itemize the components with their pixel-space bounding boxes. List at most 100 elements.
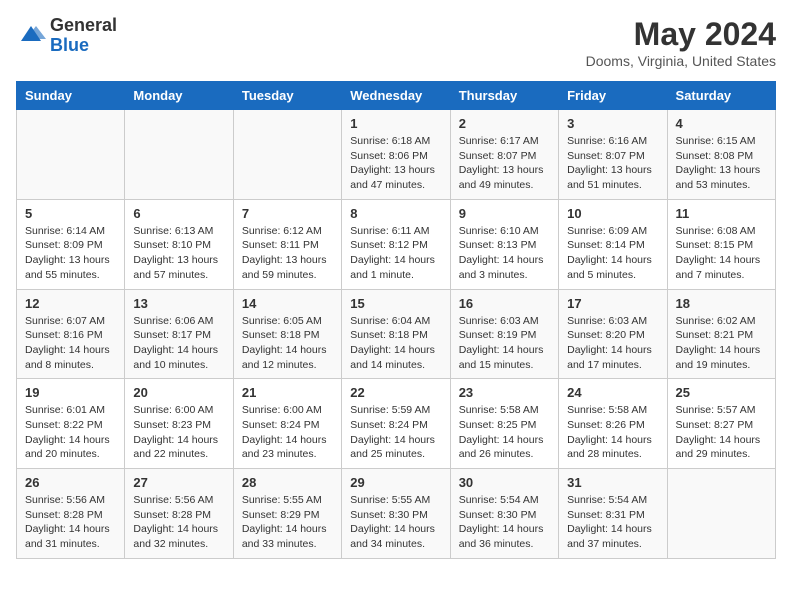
subtitle: Dooms, Virginia, United States <box>586 53 776 69</box>
day-number: 23 <box>459 385 550 400</box>
day-info: Sunrise: 6:10 AM Sunset: 8:13 PM Dayligh… <box>459 224 550 283</box>
calendar-cell: 17 Sunrise: 6:03 AM Sunset: 8:20 PM Dayli… <box>559 289 667 379</box>
day-info: Sunrise: 5:56 AM Sunset: 8:28 PM Dayligh… <box>25 493 116 552</box>
calendar-week-row: 5Sunrise: 6:14 AM Sunset: 8:09 PM Daylig… <box>17 199 776 289</box>
day-info: Sunrise: 6:00 AM Sunset: 8:24 PM Dayligh… <box>242 403 333 462</box>
logo-blue-text: Blue <box>50 36 117 56</box>
day-info: Sunrise: 6:12 AM Sunset: 8:11 PM Dayligh… <box>242 224 333 283</box>
day-info: Sunrise: 6:11 AM Sunset: 8:12 PM Dayligh… <box>350 224 441 283</box>
logo: General Blue <box>16 16 117 56</box>
day-number: 22 <box>350 385 441 400</box>
calendar-cell <box>667 469 775 559</box>
day-number: 8 <box>350 206 441 221</box>
calendar-cell: 3 Sunrise: 6:16 AM Sunset: 8:07 PM Daylig… <box>559 110 667 200</box>
column-header-monday: Monday <box>125 82 233 110</box>
calendar-cell: 4 Sunrise: 6:15 AM Sunset: 8:08 PM Daylig… <box>667 110 775 200</box>
logo-text: General Blue <box>50 16 117 56</box>
day-number: 29 <box>350 475 441 490</box>
day-info: Sunrise: 6:08 AM Sunset: 8:15 PM Dayligh… <box>676 224 767 283</box>
day-info: Sunrise: 6:02 AM Sunset: 8:21 PM Dayligh… <box>676 314 767 373</box>
day-info: Sunrise: 5:54 AM Sunset: 8:31 PM Dayligh… <box>567 493 658 552</box>
header: General Blue May 2024 Dooms, Virginia, U… <box>16 16 776 69</box>
day-number: 15 <box>350 296 441 311</box>
day-info: Sunrise: 5:58 AM Sunset: 8:25 PM Dayligh… <box>459 403 550 462</box>
calendar-cell: 16 Sunrise: 6:03 AM Sunset: 8:19 PM Dayli… <box>450 289 558 379</box>
calendar-week-row: 12 Sunrise: 6:07 AM Sunset: 8:16 PM Dayli… <box>17 289 776 379</box>
calendar-cell: 10 Sunrise: 6:09 AM Sunset: 8:14 PM Dayli… <box>559 199 667 289</box>
day-number: 13 <box>133 296 224 311</box>
calendar-cell: 15 Sunrise: 6:04 AM Sunset: 8:18 PM Dayli… <box>342 289 450 379</box>
calendar-cell: 30Sunrise: 5:54 AM Sunset: 8:30 PM Dayli… <box>450 469 558 559</box>
calendar-cell: 29 Sunrise: 5:55 AM Sunset: 8:30 PM Dayli… <box>342 469 450 559</box>
calendar-cell: 13Sunrise: 6:06 AM Sunset: 8:17 PM Dayli… <box>125 289 233 379</box>
day-number: 16 <box>459 296 550 311</box>
day-info: Sunrise: 5:57 AM Sunset: 8:27 PM Dayligh… <box>676 403 767 462</box>
calendar-cell: 26 Sunrise: 5:56 AM Sunset: 8:28 PM Dayli… <box>17 469 125 559</box>
day-info: Sunrise: 6:16 AM Sunset: 8:07 PM Dayligh… <box>567 134 658 193</box>
day-number: 7 <box>242 206 333 221</box>
calendar-cell: 2 Sunrise: 6:17 AM Sunset: 8:07 PM Daylig… <box>450 110 558 200</box>
calendar-week-row: 26 Sunrise: 5:56 AM Sunset: 8:28 PM Dayli… <box>17 469 776 559</box>
calendar-cell: 19Sunrise: 6:01 AM Sunset: 8:22 PM Dayli… <box>17 379 125 469</box>
calendar-cell: 8 Sunrise: 6:11 AM Sunset: 8:12 PM Daylig… <box>342 199 450 289</box>
calendar-cell: 12 Sunrise: 6:07 AM Sunset: 8:16 PM Dayli… <box>17 289 125 379</box>
day-number: 14 <box>242 296 333 311</box>
day-number: 12 <box>25 296 116 311</box>
day-number: 20 <box>133 385 224 400</box>
day-info: Sunrise: 6:15 AM Sunset: 8:08 PM Dayligh… <box>676 134 767 193</box>
column-header-tuesday: Tuesday <box>233 82 341 110</box>
calendar-cell <box>233 110 341 200</box>
logo-general-text: General <box>50 16 117 36</box>
day-number: 28 <box>242 475 333 490</box>
logo-icon <box>16 21 46 51</box>
day-number: 1 <box>350 116 441 131</box>
calendar-week-row: 19Sunrise: 6:01 AM Sunset: 8:22 PM Dayli… <box>17 379 776 469</box>
column-header-wednesday: Wednesday <box>342 82 450 110</box>
day-number: 4 <box>676 116 767 131</box>
calendar-cell: 21Sunrise: 6:00 AM Sunset: 8:24 PM Dayli… <box>233 379 341 469</box>
day-number: 9 <box>459 206 550 221</box>
day-info: Sunrise: 6:17 AM Sunset: 8:07 PM Dayligh… <box>459 134 550 193</box>
day-number: 10 <box>567 206 658 221</box>
day-number: 2 <box>459 116 550 131</box>
day-info: Sunrise: 6:03 AM Sunset: 8:19 PM Dayligh… <box>459 314 550 373</box>
calendar-cell: 28 Sunrise: 5:55 AM Sunset: 8:29 PM Dayli… <box>233 469 341 559</box>
day-number: 19 <box>25 385 116 400</box>
day-number: 31 <box>567 475 658 490</box>
calendar-cell: 1Sunrise: 6:18 AM Sunset: 8:06 PM Daylig… <box>342 110 450 200</box>
calendar-cell: 11 Sunrise: 6:08 AM Sunset: 8:15 PM Dayli… <box>667 199 775 289</box>
calendar-cell: 18Sunrise: 6:02 AM Sunset: 8:21 PM Dayli… <box>667 289 775 379</box>
calendar-cell: 14Sunrise: 6:05 AM Sunset: 8:18 PM Dayli… <box>233 289 341 379</box>
day-number: 11 <box>676 206 767 221</box>
calendar-cell: 7 Sunrise: 6:12 AM Sunset: 8:11 PM Daylig… <box>233 199 341 289</box>
day-info: Sunrise: 6:03 AM Sunset: 8:20 PM Dayligh… <box>567 314 658 373</box>
day-info: Sunrise: 6:14 AM Sunset: 8:09 PM Dayligh… <box>25 224 116 283</box>
day-info: Sunrise: 6:04 AM Sunset: 8:18 PM Dayligh… <box>350 314 441 373</box>
main-title: May 2024 <box>586 16 776 53</box>
calendar-cell: 22 Sunrise: 5:59 AM Sunset: 8:24 PM Dayli… <box>342 379 450 469</box>
day-number: 26 <box>25 475 116 490</box>
day-number: 6 <box>133 206 224 221</box>
calendar-week-row: 1Sunrise: 6:18 AM Sunset: 8:06 PM Daylig… <box>17 110 776 200</box>
calendar-cell: 5Sunrise: 6:14 AM Sunset: 8:09 PM Daylig… <box>17 199 125 289</box>
day-info: Sunrise: 5:55 AM Sunset: 8:30 PM Dayligh… <box>350 493 441 552</box>
day-info: Sunrise: 6:09 AM Sunset: 8:14 PM Dayligh… <box>567 224 658 283</box>
day-info: Sunrise: 5:55 AM Sunset: 8:29 PM Dayligh… <box>242 493 333 552</box>
calendar-cell: 23 Sunrise: 5:58 AM Sunset: 8:25 PM Dayli… <box>450 379 558 469</box>
calendar-cell: 9 Sunrise: 6:10 AM Sunset: 8:13 PM Daylig… <box>450 199 558 289</box>
day-info: Sunrise: 6:07 AM Sunset: 8:16 PM Dayligh… <box>25 314 116 373</box>
column-header-sunday: Sunday <box>17 82 125 110</box>
day-number: 24 <box>567 385 658 400</box>
day-info: Sunrise: 6:00 AM Sunset: 8:23 PM Dayligh… <box>133 403 224 462</box>
day-info: Sunrise: 5:56 AM Sunset: 8:28 PM Dayligh… <box>133 493 224 552</box>
day-number: 30 <box>459 475 550 490</box>
calendar-cell: 25Sunrise: 5:57 AM Sunset: 8:27 PM Dayli… <box>667 379 775 469</box>
calendar-cell: 20 Sunrise: 6:00 AM Sunset: 8:23 PM Dayli… <box>125 379 233 469</box>
calendar-cell: 24Sunrise: 5:58 AM Sunset: 8:26 PM Dayli… <box>559 379 667 469</box>
day-info: Sunrise: 5:59 AM Sunset: 8:24 PM Dayligh… <box>350 403 441 462</box>
day-number: 17 <box>567 296 658 311</box>
day-info: Sunrise: 6:13 AM Sunset: 8:10 PM Dayligh… <box>133 224 224 283</box>
calendar-cell: 27Sunrise: 5:56 AM Sunset: 8:28 PM Dayli… <box>125 469 233 559</box>
calendar-cell <box>125 110 233 200</box>
day-number: 3 <box>567 116 658 131</box>
